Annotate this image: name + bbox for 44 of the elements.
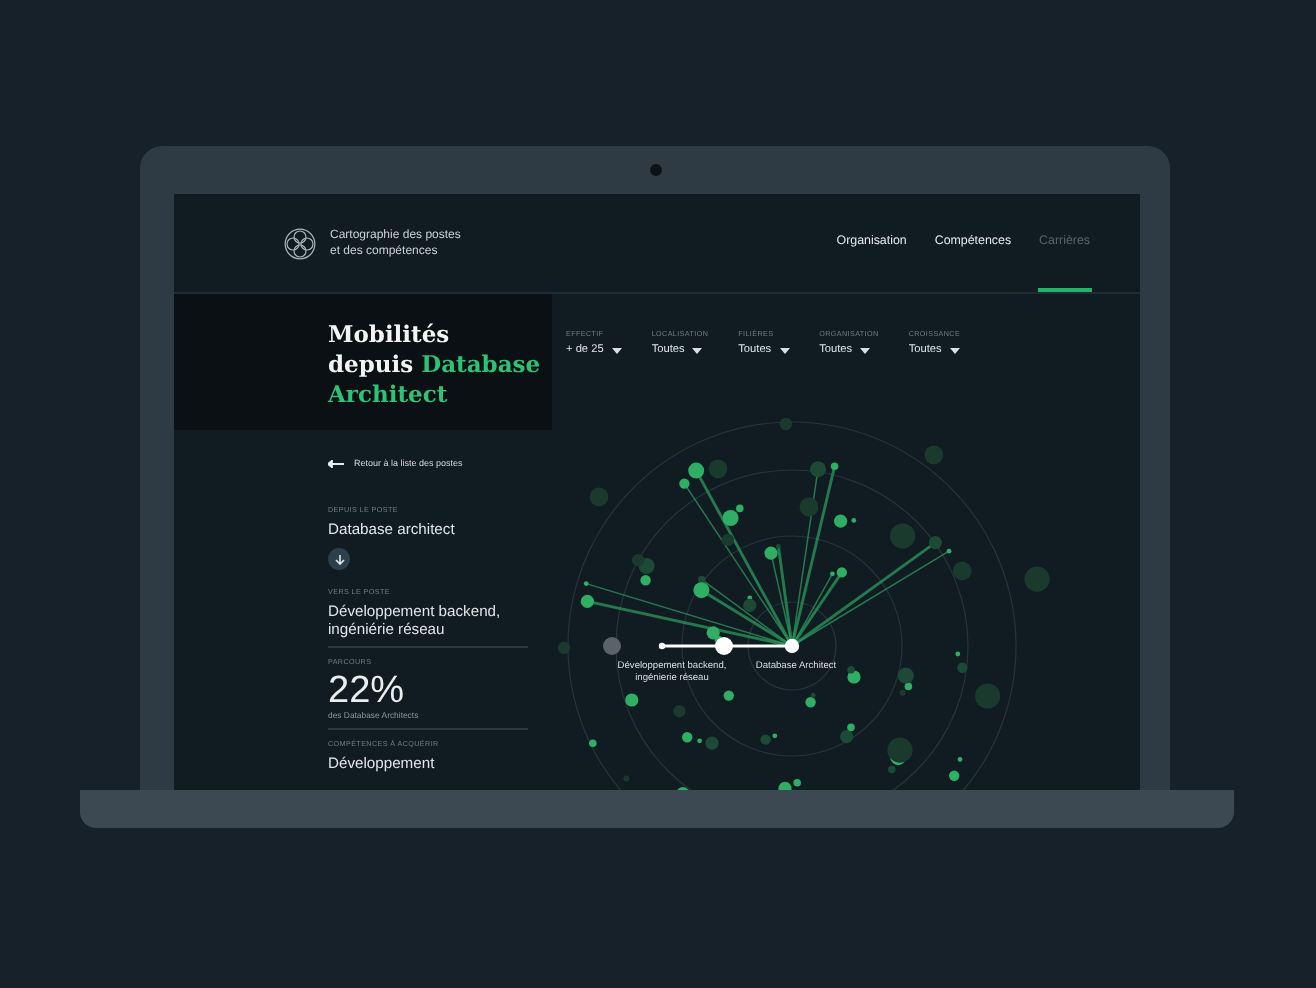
caret-icon	[692, 347, 703, 353]
logo-icon	[284, 227, 316, 259]
graph-node	[603, 637, 621, 655]
graph-node	[834, 514, 848, 528]
graph-node	[721, 533, 734, 547]
camera-icon	[650, 164, 662, 176]
graph-node	[975, 683, 1001, 709]
graph-node	[1024, 566, 1050, 592]
graph-node	[583, 581, 589, 586]
graph-node	[625, 693, 639, 707]
graph-node	[957, 662, 968, 673]
graph-node	[851, 518, 857, 523]
back-arrow-icon	[328, 459, 344, 467]
graph-node	[557, 641, 571, 654]
graph-node	[580, 594, 594, 608]
caret-icon	[949, 347, 960, 353]
graph-node	[589, 487, 609, 507]
graph-node	[924, 445, 944, 465]
caret-icon	[611, 347, 622, 353]
graph-node	[952, 561, 972, 581]
graph-node	[799, 497, 819, 517]
graph-node	[955, 651, 961, 657]
graph-node	[589, 739, 597, 747]
down-arrow-button[interactable]	[328, 548, 350, 570]
career-path	[658, 637, 800, 655]
graph-node	[682, 732, 693, 743]
caret-icon	[779, 347, 790, 353]
graph-node	[697, 738, 702, 744]
graph-node	[946, 548, 952, 554]
graph-node	[830, 462, 839, 470]
caret-icon	[860, 347, 871, 353]
graph-node	[949, 770, 960, 781]
graph-node	[890, 523, 916, 549]
graph-node	[779, 417, 792, 431]
percentage: 22%	[328, 672, 407, 710]
graph-node	[928, 536, 942, 550]
graph-node	[810, 461, 826, 478]
graph-node	[957, 757, 963, 762]
graph-node	[673, 705, 686, 718]
down-arrow-icon	[333, 553, 345, 565]
page-heading: Mobilités depuis Database Architect	[328, 320, 543, 410]
graph-node	[708, 459, 728, 479]
graph-node	[705, 736, 719, 750]
graph-node	[723, 690, 734, 701]
